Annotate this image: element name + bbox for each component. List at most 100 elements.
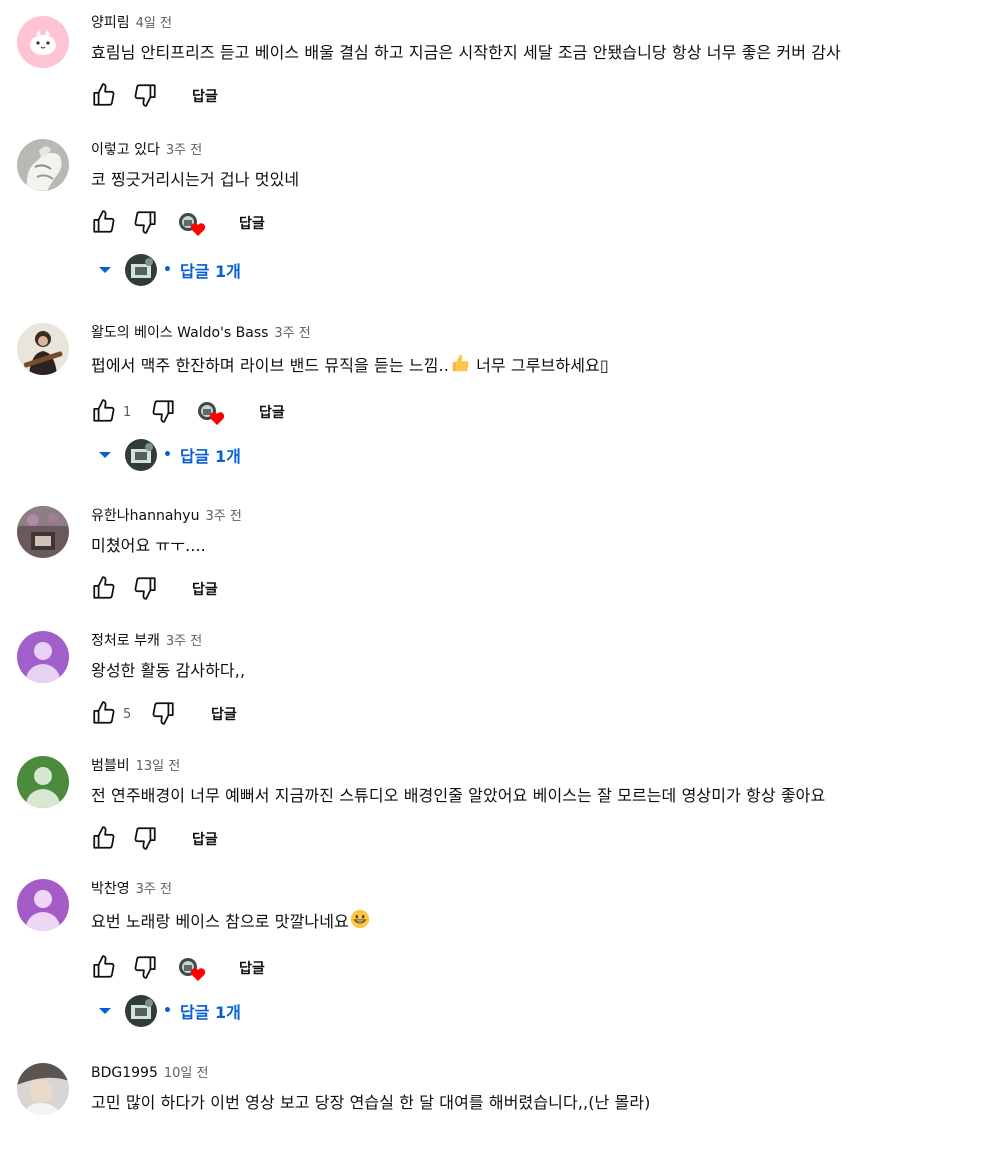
avatar[interactable] xyxy=(17,756,69,808)
comment-text-part: 요번 노래랑 베이스 참으로 맛깔나네요 xyxy=(91,912,349,931)
comment-body: 범블비 13일 전 전 연주배경이 너무 예뻐서 지금까진 스튜디오 배경인줄 알… xyxy=(91,755,1000,855)
comment-time[interactable]: 13일 전 xyxy=(136,759,181,774)
replies-count-label: 답글 1개 xyxy=(179,447,241,466)
separator-dot: • xyxy=(163,262,172,278)
avatar[interactable] xyxy=(17,631,69,683)
author-name[interactable]: 이렇고 있다 xyxy=(91,142,160,158)
like-button[interactable] xyxy=(91,825,117,855)
avatar[interactable] xyxy=(17,506,69,558)
comment-actions: 답글 xyxy=(91,209,1000,239)
like-button[interactable] xyxy=(91,209,117,239)
dislike-button[interactable] xyxy=(132,575,158,605)
caret-down-icon xyxy=(95,260,115,280)
avatar[interactable] xyxy=(17,1063,69,1115)
creator-heart-badge xyxy=(178,957,208,983)
thumb-down-icon xyxy=(132,209,158,239)
creator-avatar xyxy=(125,439,157,471)
reply-button[interactable]: 답글 xyxy=(259,400,285,426)
comment-text: 요번 노래랑 베이스 참으로 맛깔나네요 xyxy=(91,908,1000,936)
comment-text: 코 찡긋거리시는거 겁나 멋있네 xyxy=(91,170,300,189)
avatar[interactable] xyxy=(17,16,69,68)
creator-avatar xyxy=(125,995,157,1027)
author-name[interactable]: 유한나hannahyu xyxy=(91,508,199,524)
comment-text-part: 너무 그루브하세요▯ xyxy=(470,356,609,375)
thumbs-up-emoji-icon xyxy=(449,352,471,380)
comment-actions: 답글 xyxy=(91,825,1000,855)
reply-button[interactable]: 답글 xyxy=(211,702,237,728)
avatar[interactable] xyxy=(17,139,69,191)
comment-time[interactable]: 10일 전 xyxy=(164,1066,209,1081)
creator-heart-badge xyxy=(197,401,227,427)
creator-avatar xyxy=(125,254,157,286)
thumb-down-icon xyxy=(150,398,176,428)
reply-button[interactable]: 답글 xyxy=(192,84,218,110)
caret-down-icon xyxy=(95,1001,115,1021)
thumb-down-icon xyxy=(132,575,158,605)
dislike-button[interactable] xyxy=(150,700,176,730)
author-name[interactable]: 범블비 xyxy=(91,758,130,774)
comment-header: 이렇고 있다 3주 전 xyxy=(91,139,1000,161)
reply-button[interactable]: 답글 xyxy=(192,827,218,853)
like-button[interactable] xyxy=(91,575,117,605)
comment-text: 효림님 안티프리즈 듣고 베이스 배울 결심 하고 지금은 시작한지 세달 조금… xyxy=(91,43,841,62)
thumb-down-icon xyxy=(132,82,158,112)
comment-body: 유한나hannahyu 3주 전 미쳤어요 ㅠㅜ.... 답글 xyxy=(91,505,1000,605)
comment-time[interactable]: 3주 전 xyxy=(166,143,202,158)
comment-header: 양피림 4일 전 xyxy=(91,12,1000,34)
dislike-button[interactable] xyxy=(132,82,158,112)
dislike-button[interactable] xyxy=(150,398,176,428)
dislike-button[interactable] xyxy=(132,825,158,855)
creator-heart-badge xyxy=(178,212,208,238)
comment-header: 유한나hannahyu 3주 전 xyxy=(91,505,1000,527)
author-name[interactable]: 정처로 부캐 xyxy=(91,633,160,649)
comment-time[interactable]: 3주 전 xyxy=(166,634,202,649)
thumb-down-icon xyxy=(132,954,158,984)
comment-body: 양피림 4일 전 효림님 안티프리즈 듣고 베이스 배울 결심 하고 지금은 시작… xyxy=(91,12,1000,112)
like-button[interactable] xyxy=(91,700,117,730)
comment-header: BDG1995 10일 전 xyxy=(91,1062,1000,1084)
separator-dot: • xyxy=(163,1003,172,1019)
like-button[interactable] xyxy=(91,398,117,428)
comment-text: 고민 많이 하다가 이번 영상 보고 당장 연습실 한 달 대여를 해버렸습니다… xyxy=(91,1093,651,1112)
comment-body: 이렇고 있다 3주 전 코 찡긋거리시는거 겁나 멋있네 답글 xyxy=(91,139,1000,239)
comment-time[interactable]: 4일 전 xyxy=(136,16,172,31)
like-count: 5 xyxy=(123,707,132,722)
reply-button[interactable]: 답글 xyxy=(239,956,265,982)
dislike-button[interactable] xyxy=(132,954,158,984)
comment-actions: 답글 xyxy=(91,954,1000,984)
comment-actions: 답글 xyxy=(91,82,1000,112)
comment-body: 박찬영 3주 전 요번 노래랑 베이스 참으로 맛깔나네요 답글 xyxy=(91,878,1000,984)
comment-time[interactable]: 3주 전 xyxy=(274,326,310,341)
comment-text: 펍에서 맥주 한잔하며 라이브 밴드 뮤직을 듣는 느낌.. 너무 그루브하세요… xyxy=(91,352,1000,380)
thumb-up-icon xyxy=(91,209,117,239)
reply-button[interactable]: 답글 xyxy=(239,211,265,237)
author-name[interactable]: 양피림 xyxy=(91,15,130,31)
comment-time[interactable]: 3주 전 xyxy=(136,882,172,897)
like-button[interactable] xyxy=(91,82,117,112)
comment-actions: 5 답글 xyxy=(91,700,1000,730)
comment-time[interactable]: 3주 전 xyxy=(205,509,241,524)
author-name[interactable]: BDG1995 xyxy=(91,1065,158,1081)
avatar[interactable] xyxy=(17,879,69,931)
comment-actions: 1 답글 xyxy=(91,398,1000,428)
thumb-up-icon xyxy=(91,700,117,730)
comment-header: 정처로 부캐 3주 전 xyxy=(91,630,1000,652)
like-count: 1 xyxy=(123,405,132,420)
view-replies-button[interactable]: • 답글 1개 xyxy=(95,252,241,288)
thumb-up-icon xyxy=(91,82,117,112)
author-name[interactable]: 박찬영 xyxy=(91,881,130,897)
author-name[interactable]: 왈도의 베이스 Waldo's Bass xyxy=(91,325,268,341)
thumb-up-icon xyxy=(91,398,117,428)
avatar[interactable] xyxy=(17,323,69,375)
comment-text: 왕성한 활동 감사하다,, xyxy=(91,661,246,680)
view-replies-button[interactable]: • 답글 1개 xyxy=(95,993,241,1029)
replies-count-label: 답글 1개 xyxy=(179,1003,241,1022)
like-button[interactable] xyxy=(91,954,117,984)
comment-text-part: 펍에서 맥주 한잔하며 라이브 밴드 뮤직을 듣는 느낌.. xyxy=(91,356,449,375)
caret-down-icon xyxy=(95,445,115,465)
view-replies-button[interactable]: • 답글 1개 xyxy=(95,437,241,473)
comment-text: 미쳤어요 ㅠㅜ.... xyxy=(91,536,206,555)
dislike-button[interactable] xyxy=(132,209,158,239)
thumb-down-icon xyxy=(132,825,158,855)
reply-button[interactable]: 답글 xyxy=(192,577,218,603)
